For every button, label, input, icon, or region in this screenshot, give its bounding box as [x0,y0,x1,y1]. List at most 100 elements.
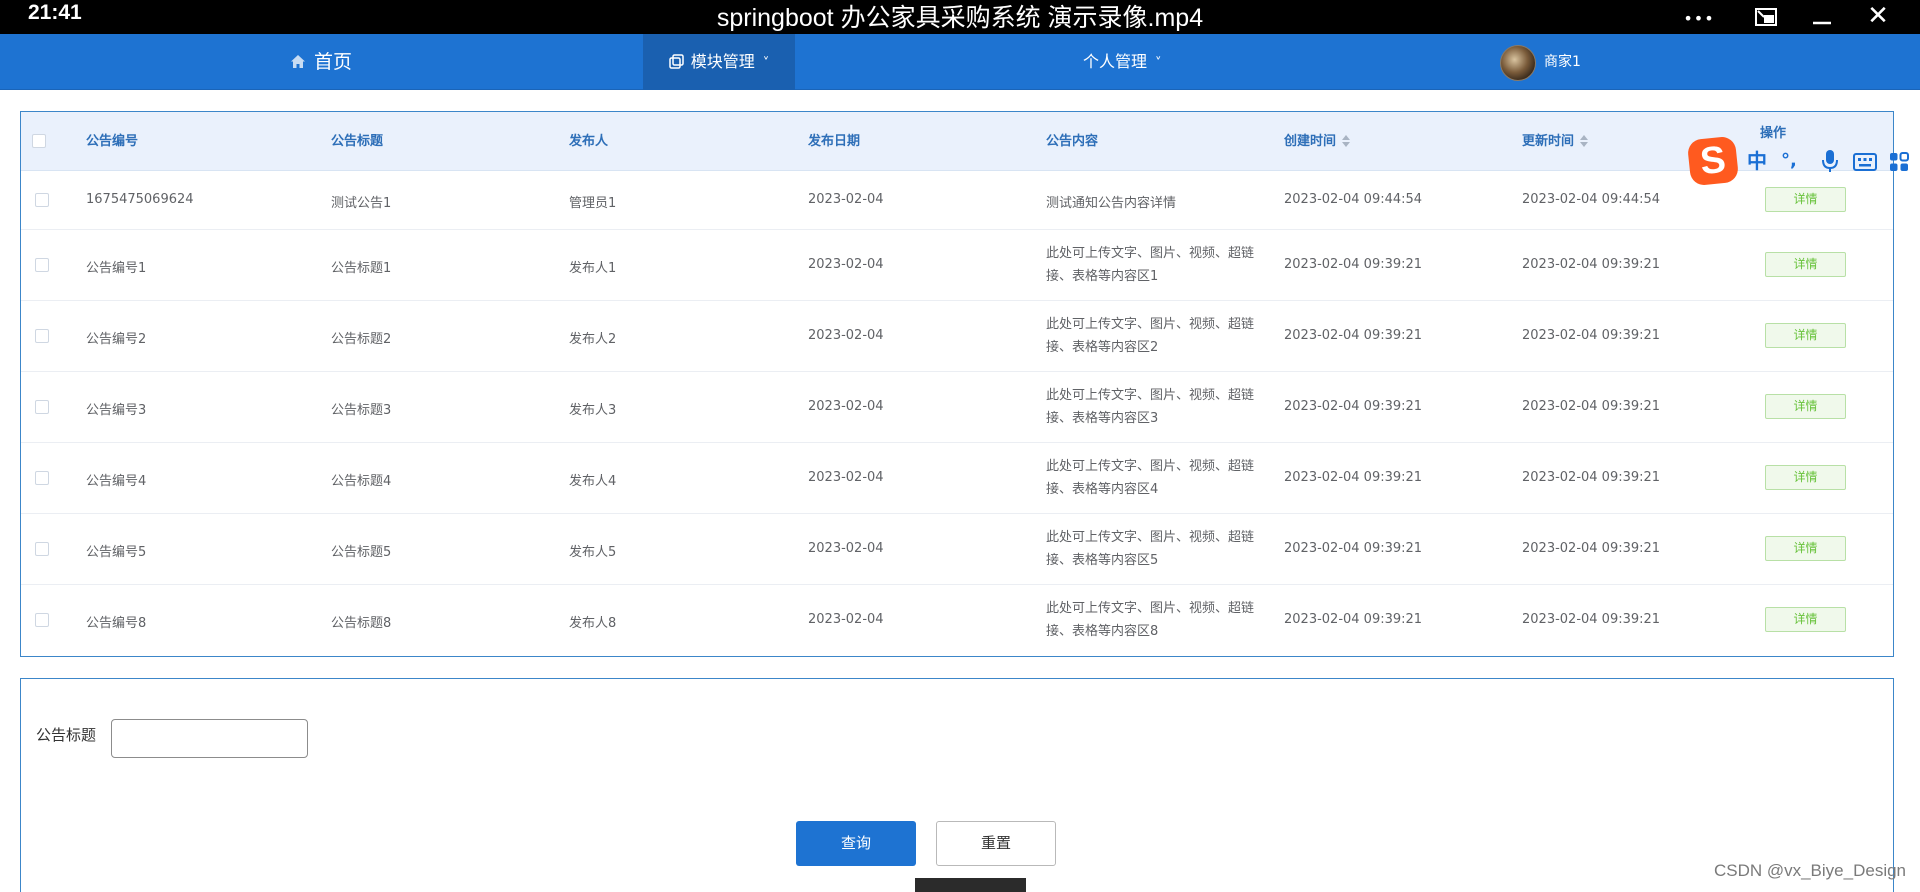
cell-publisher: 发布人8 [569,616,617,631]
nav-module-label: 模块管理 [690,52,755,71]
detail-button[interactable]: 详情 [1765,536,1846,561]
header-publisher: 发布人 [569,134,609,149]
cell-updated: 2023-02-04 09:39:21 [1522,541,1661,556]
minimize-icon[interactable] [1800,0,1844,34]
watermark: CSDN @vx_Biye_Design [1713,861,1906,880]
cell-created: 2023-02-04 09:44:54 [1284,192,1423,207]
cell-date: 2023-02-04 [808,328,884,343]
table-row: 公告编号8 公告标题8 发布人8 2023-02-04 此处可上传文字、图片、视… [21,585,1893,656]
detail-button[interactable]: 详情 [1765,607,1846,632]
notice-table: 公告编号 公告标题 发布人 发布日期 公告内容 创建时间 更新时间 操作 167… [20,111,1894,657]
row-checkbox[interactable] [35,193,49,207]
user-avatar[interactable] [1500,45,1536,81]
close-icon[interactable]: ✕ [1856,0,1900,34]
search-title-input[interactable] [111,719,308,758]
table-row: 公告编号4 公告标题4 发布人4 2023-02-04 此处可上传文字、图片、视… [21,443,1893,514]
chevron-down-icon: ˅ [762,56,770,71]
microphone-icon[interactable] [1822,149,1838,173]
table-row: 1675475069624 测试公告1 管理员1 2023-02-04 测试通知… [21,171,1893,230]
restore-icon[interactable] [1744,0,1788,34]
video-title: springboot 办公家具采购系统 演示录像.mp4 [716,4,1204,32]
nav-module-management[interactable]: 模块管理 ˅ [643,34,795,90]
ime-chinese-toggle[interactable]: 中 [1747,148,1767,174]
row-checkbox[interactable] [35,329,49,343]
ime-toolbar: S 中 °, [1685,135,1920,190]
reset-button[interactable]: 重置 [936,821,1056,866]
cell-no: 公告编号2 [86,332,147,347]
grid-icon[interactable] [1889,152,1909,172]
bottom-dark-tab [915,878,1026,892]
header-date: 发布日期 [808,134,861,149]
more-icon[interactable]: ••• [1677,0,1721,34]
cell-publisher: 发布人5 [569,545,617,560]
cell-date: 2023-02-04 [808,192,884,207]
sort-icon[interactable] [1580,134,1589,147]
cell-no: 公告编号8 [86,616,147,631]
row-checkbox[interactable] [35,613,49,627]
detail-button[interactable]: 详情 [1765,187,1846,212]
query-button[interactable]: 查询 [796,821,916,866]
table-row: 公告编号1 公告标题1 发布人1 2023-02-04 此处可上传文字、图片、视… [21,230,1893,301]
top-navbar: 首页 模块管理 ˅ 个人管理 ˅ [0,34,1920,90]
table-row: 公告编号2 公告标题2 发布人2 2023-02-04 此处可上传文字、图片、视… [21,301,1893,372]
player-title-bar: 21:41 springboot 办公家具采购系统 演示录像.mp4 ••• ✕ [0,0,1920,34]
select-all-checkbox[interactable] [32,134,46,148]
user-name[interactable]: 商家1 [1544,34,1581,90]
cell-no: 1675475069624 [86,192,194,207]
cell-date: 2023-02-04 [808,257,884,272]
nav-home[interactable]: 首页 [290,34,352,90]
cell-created: 2023-02-04 09:39:21 [1284,328,1423,343]
ime-logo-icon[interactable]: S [1686,135,1740,187]
detail-button[interactable]: 详情 [1765,323,1846,348]
header-created-label: 创建时间 [1284,134,1337,149]
header-title: 公告标题 [331,134,384,149]
row-checkbox[interactable] [35,542,49,556]
cell-title: 测试公告1 [331,196,392,211]
nav-personal-label: 个人管理 [1083,52,1148,71]
cell-date: 2023-02-04 [808,612,884,627]
screen: 21:41 springboot 办公家具采购系统 演示录像.mp4 ••• ✕… [0,0,1920,892]
search-panel: 公告标题 查询 重置 [20,678,1894,892]
cell-title: 公告标题8 [331,616,392,631]
detail-button[interactable]: 详情 [1765,465,1846,490]
cell-title: 公告标题3 [331,403,392,418]
cell-publisher: 发布人1 [569,261,617,276]
cell-content: 此处可上传文字、图片、视频、超链接、表格等内容区5 [1046,530,1255,568]
cell-created: 2023-02-04 09:39:21 [1284,612,1423,627]
detail-button[interactable]: 详情 [1765,394,1846,419]
cell-content: 此处可上传文字、图片、视频、超链接、表格等内容区1 [1046,246,1255,284]
header-content: 公告内容 [1046,134,1099,149]
nav-personal-management[interactable]: 个人管理 ˅ [1083,34,1162,90]
chevron-down-icon: ˅ [1155,56,1162,71]
header-no: 公告编号 [86,134,139,149]
cell-created: 2023-02-04 09:39:21 [1284,541,1423,556]
cell-publisher: 发布人4 [569,474,617,489]
cell-updated: 2023-02-04 09:39:21 [1522,328,1661,343]
sort-icon[interactable] [1342,134,1351,147]
cell-publisher: 发布人2 [569,332,617,347]
detail-button[interactable]: 详情 [1765,252,1846,277]
table-row: 公告编号5 公告标题5 发布人5 2023-02-04 此处可上传文字、图片、视… [21,514,1893,585]
cell-updated: 2023-02-04 09:39:21 [1522,399,1661,414]
cell-title: 公告标题4 [331,474,392,489]
row-checkbox[interactable] [35,471,49,485]
cell-updated: 2023-02-04 09:39:21 [1522,470,1661,485]
cell-no: 公告编号5 [86,545,147,560]
cell-no: 公告编号3 [86,403,147,418]
keyboard-icon[interactable] [1853,153,1877,171]
cell-date: 2023-02-04 [808,470,884,485]
cell-created: 2023-02-04 09:39:21 [1284,470,1423,485]
table-row: 公告编号3 公告标题3 发布人3 2023-02-04 此处可上传文字、图片、视… [21,372,1893,443]
cell-created: 2023-02-04 09:39:21 [1284,399,1423,414]
row-checkbox[interactable] [35,400,49,414]
cell-no: 公告编号4 [86,474,147,489]
ime-punctuation-toggle[interactable]: °, [1781,148,1797,174]
cell-content: 测试通知公告内容详情 [1046,196,1177,211]
row-checkbox[interactable] [35,258,49,272]
cell-date: 2023-02-04 [808,541,884,556]
cell-updated: 2023-02-04 09:44:54 [1522,192,1661,207]
header-updated[interactable]: 更新时间 [1522,112,1589,171]
header-created[interactable]: 创建时间 [1284,112,1351,171]
home-icon [291,55,305,68]
module-icon [668,54,684,69]
